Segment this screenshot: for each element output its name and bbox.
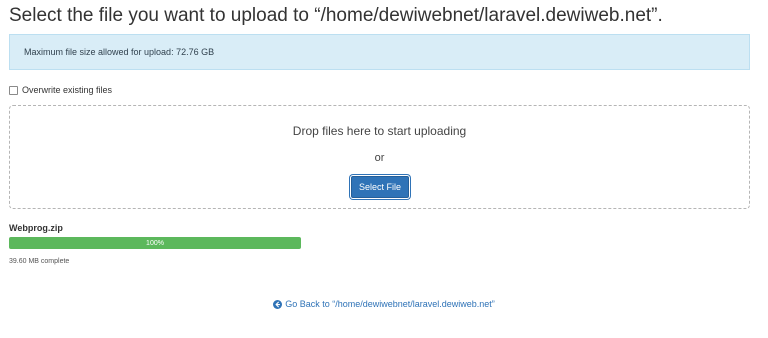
overwrite-checkbox[interactable] — [9, 85, 18, 95]
or-separator: or — [374, 152, 385, 164]
file-upload-page: Select the file you want to upload to “/… — [0, 0, 768, 338]
uploaded-file-name: Webprog.zip — [9, 223, 63, 233]
go-back-label: Go Back to “/home/dewiwebnet/laravel.dew… — [285, 299, 495, 309]
arrow-circle-left-icon — [273, 299, 283, 309]
drop-prompt: Drop files here to start uploading — [292, 124, 467, 138]
overwrite-existing-option[interactable]: Overwrite existing files — [9, 85, 112, 95]
overwrite-label: Overwrite existing files — [22, 85, 113, 95]
select-file-button[interactable]: Select File — [351, 176, 409, 198]
page-title: Select the file you want to upload to “/… — [9, 5, 663, 26]
max-file-size-info: Maximum file size allowed for upload: 72… — [9, 34, 750, 70]
upload-progress-fill: 100% — [9, 237, 301, 249]
go-back-link[interactable]: Go Back to “/home/dewiwebnet/laravel.dew… — [0, 299, 768, 309]
max-file-size-text: Maximum file size allowed for upload: 72… — [24, 47, 215, 57]
upload-progress-bar: 100% — [9, 237, 301, 249]
upload-status-text: 39.60 MB complete — [9, 258, 70, 265]
file-drop-zone[interactable]: Drop files here to start uploading or Se… — [9, 105, 750, 209]
upload-progress-label: 100% — [146, 239, 164, 247]
